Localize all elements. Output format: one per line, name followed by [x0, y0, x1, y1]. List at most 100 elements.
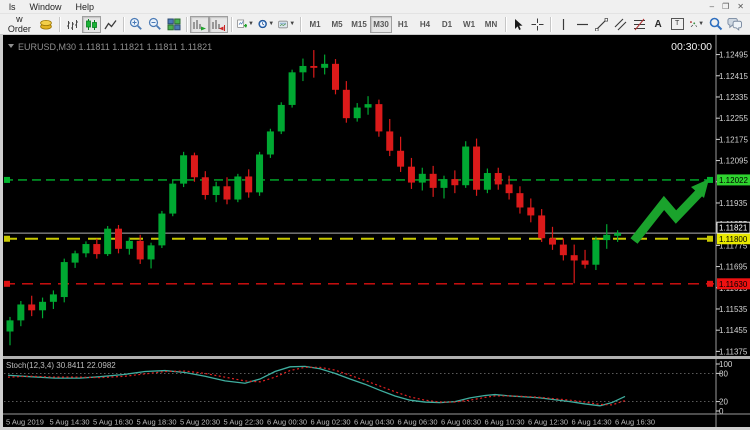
timeframe-m5[interactable]: M5 [326, 16, 348, 33]
svg-text:1.12255: 1.12255 [719, 114, 748, 123]
search-icon[interactable] [706, 16, 725, 33]
chevron-down-icon: ▼ [248, 21, 254, 27]
svg-text:1.11630: 1.11630 [719, 280, 748, 289]
svg-text:1.11375: 1.11375 [719, 347, 748, 356]
text-tool-icon[interactable]: A [649, 16, 668, 33]
menu-window[interactable]: Window [23, 2, 69, 12]
svg-text:1.12175: 1.12175 [719, 135, 748, 144]
bar-chart-icon[interactable] [63, 16, 82, 33]
timeframe-mn[interactable]: MN [480, 16, 502, 33]
text-tool-label: A [654, 19, 661, 30]
svg-text:20: 20 [719, 398, 728, 407]
restore-button[interactable]: ❐ [722, 2, 729, 11]
svg-text:6 Aug 10:30: 6 Aug 10:30 [485, 418, 525, 427]
timeframe-switcher: M1M5M15M30H1H4D1W1MN [304, 16, 502, 33]
svg-text:1.12095: 1.12095 [719, 157, 748, 166]
indicators-icon[interactable]: ▼ [235, 16, 256, 33]
svg-text:5 Aug 16:30: 5 Aug 16:30 [93, 418, 133, 427]
svg-text:1.11695: 1.11695 [719, 263, 748, 272]
svg-text:1.12022: 1.12022 [719, 176, 748, 185]
horizontal-line-icon[interactable] [573, 16, 592, 33]
label-tool-icon[interactable]: T [668, 16, 687, 33]
window-controls: – ❐ ✕ [710, 2, 750, 11]
svg-text:5 Aug 20:30: 5 Aug 20:30 [180, 418, 220, 427]
new-order-label: w Order [7, 14, 32, 34]
cursor-pointer-icon[interactable] [509, 16, 528, 33]
timeframe-w1[interactable]: W1 [458, 16, 480, 33]
arrows-tool-icon[interactable]: ▼ [687, 16, 706, 33]
template-icon[interactable]: ▼ [276, 16, 297, 33]
app-chrome: ls Window Help – ❐ ✕ w Order [0, 0, 750, 35]
svg-text:6 Aug 04:30: 6 Aug 04:30 [354, 418, 394, 427]
chart-canvas[interactable]: EURUSD,M30 1.11811 1.11821 1.11811 1.118… [0, 34, 750, 430]
chevron-down-icon: ▼ [698, 21, 704, 27]
divider [231, 17, 232, 32]
divider [59, 17, 60, 32]
current-price-flag: 1.11821 [717, 222, 750, 233]
svg-text:5 Aug 14:30: 5 Aug 14:30 [50, 418, 90, 427]
chevron-down-icon: ▼ [289, 21, 295, 27]
trendline-icon[interactable] [592, 16, 611, 33]
svg-text:80: 80 [719, 369, 728, 378]
coins-icon[interactable] [37, 16, 56, 33]
tile-windows-icon[interactable] [164, 16, 183, 33]
price-flag-1.12022: 1.12022 [717, 174, 750, 185]
svg-text:1.12335: 1.12335 [719, 93, 748, 102]
new-order-button[interactable]: w Order [2, 16, 37, 33]
timeframe-d1[interactable]: D1 [436, 16, 458, 33]
svg-text:6 Aug 16:30: 6 Aug 16:30 [615, 418, 655, 427]
toolbar: w Order [0, 14, 750, 35]
svg-text:1.11455: 1.11455 [719, 326, 748, 335]
svg-text:1.12415: 1.12415 [719, 72, 748, 81]
timeframe-m30[interactable]: M30 [370, 16, 392, 33]
vertical-line-icon[interactable] [554, 16, 573, 33]
fibonacci-icon[interactable] [630, 16, 649, 33]
window-left-edge [0, 34, 3, 430]
chevron-down-icon: ▼ [268, 21, 274, 27]
crosshair-icon[interactable] [528, 16, 547, 33]
svg-text:6 Aug 06:30: 6 Aug 06:30 [398, 418, 438, 427]
minimize-button[interactable]: – [710, 2, 714, 11]
svg-text:6 Aug 00:30: 6 Aug 00:30 [267, 418, 307, 427]
zoom-out-icon[interactable] [145, 16, 164, 33]
price-flag-1.11800: 1.11800 [717, 233, 750, 244]
channel-icon[interactable] [611, 16, 630, 33]
svg-text:100: 100 [719, 360, 733, 369]
svg-text:0: 0 [719, 407, 724, 416]
timeframe-h1[interactable]: H1 [392, 16, 414, 33]
auto-scroll-icon[interactable] [190, 16, 209, 33]
svg-text:1.11821: 1.11821 [719, 224, 748, 233]
svg-text:6 Aug 14:30: 6 Aug 14:30 [572, 418, 612, 427]
divider [505, 17, 506, 32]
indicator-label: Stoch(12,3,4) 30.8411 22.0982 [6, 361, 116, 370]
close-button[interactable]: ✕ [737, 2, 744, 11]
label-tool-glyph: T [671, 18, 684, 30]
divider [186, 17, 187, 32]
timeframe-m15[interactable]: M15 [348, 16, 370, 33]
time-axis[interactable]: 5 Aug 2019 5 Aug 14:305 Aug 16:30 5 Aug 18… [6, 418, 655, 427]
menu-help[interactable]: Help [69, 2, 102, 12]
svg-text:1.12495: 1.12495 [719, 51, 748, 60]
price-flag-1.11630: 1.11630 [717, 278, 750, 289]
menu-tools[interactable]: ls [2, 2, 23, 12]
svg-text:6 Aug 12:30: 6 Aug 12:30 [528, 418, 568, 427]
svg-text:1.11935: 1.11935 [719, 199, 748, 208]
divider [550, 17, 551, 32]
svg-text:5 Aug 22:30: 5 Aug 22:30 [224, 418, 264, 427]
candlestick-chart-icon[interactable] [82, 16, 101, 33]
svg-text:6 Aug 08:30: 6 Aug 08:30 [441, 418, 481, 427]
price-axis: 1.12495 1.12415 1.12335 1.12255 1.12175 1.120… [716, 51, 748, 357]
svg-text:1.11800: 1.11800 [719, 235, 748, 244]
timeframe-m1[interactable]: M1 [304, 16, 326, 33]
symbol-ohlc-label: EURUSD,M30 1.11811 1.11821 1.11811 1.118… [18, 42, 212, 52]
periods-clock-icon[interactable]: ▼ [256, 16, 276, 33]
timeframe-h4[interactable]: H4 [414, 16, 436, 33]
chat-icon[interactable] [725, 16, 744, 33]
menu-bar: ls Window Help – ❐ ✕ [0, 0, 750, 14]
window-splitter[interactable] [0, 356, 750, 359]
line-chart-icon[interactable] [101, 16, 120, 33]
svg-text:5 Aug 2019: 5 Aug 2019 [6, 418, 44, 427]
zoom-in-icon[interactable] [126, 16, 145, 33]
chart-shift-icon[interactable] [209, 16, 228, 33]
svg-text:5 Aug 18:30: 5 Aug 18:30 [137, 418, 177, 427]
